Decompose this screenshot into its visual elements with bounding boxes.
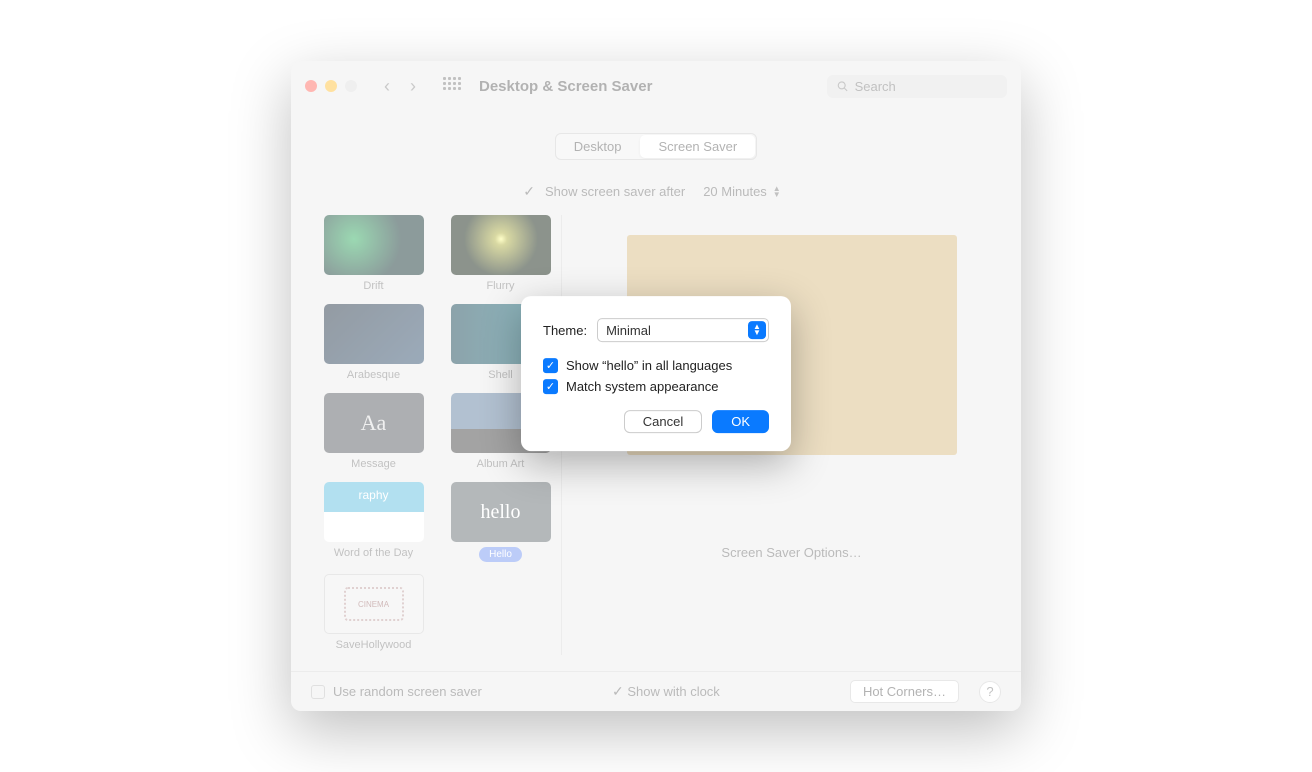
ok-button[interactable]: OK — [712, 410, 769, 433]
checkbox-all-languages[interactable]: ✓ Show “hello” in all languages — [543, 358, 769, 373]
chevron-updown-icon: ▲▼ — [748, 321, 766, 339]
cancel-button[interactable]: Cancel — [624, 410, 702, 433]
theme-value: Minimal — [606, 323, 651, 338]
theme-select[interactable]: Minimal ▲▼ — [597, 318, 769, 342]
preferences-window: ‹ › Desktop & Screen Saver Desktop Scree… — [291, 61, 1021, 711]
theme-label: Theme: — [543, 323, 587, 338]
check-icon: ✓ — [543, 379, 558, 394]
check-icon: ✓ — [543, 358, 558, 373]
options-modal: Theme: Minimal ▲▼ ✓ Show “hello” in all … — [521, 296, 791, 451]
checkbox-match-appearance[interactable]: ✓ Match system appearance — [543, 379, 769, 394]
